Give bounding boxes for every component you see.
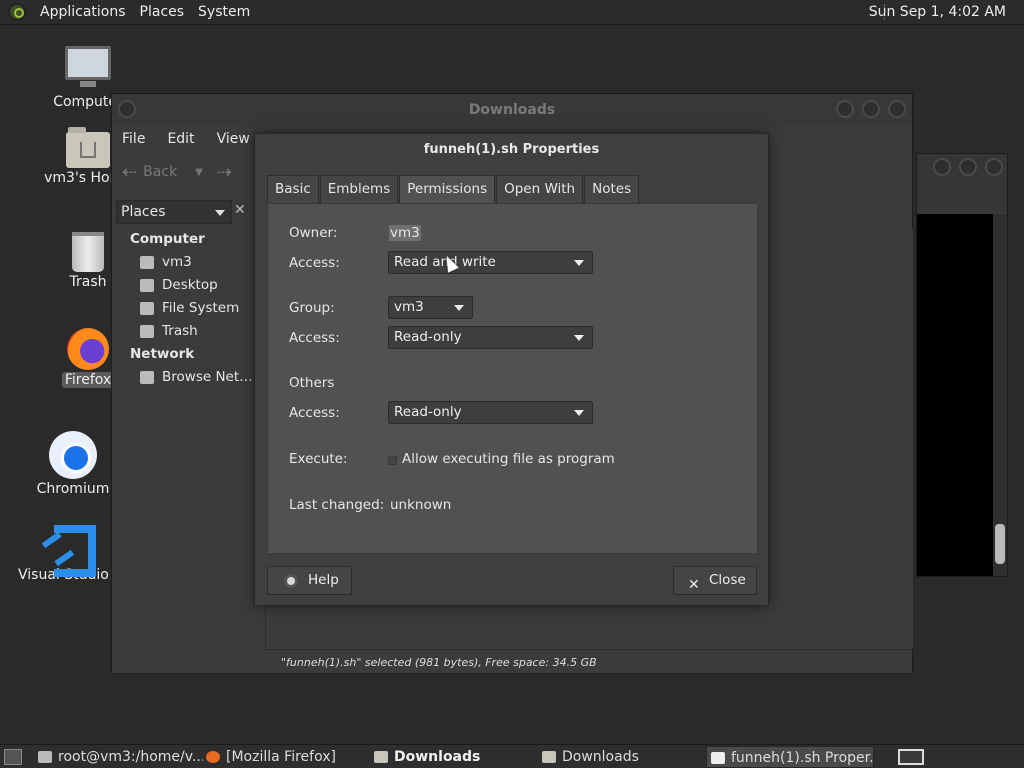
dialog-title[interactable]: funneh(1).sh Properties bbox=[255, 134, 768, 166]
forward-arrow-icon[interactable]: ⇢ bbox=[217, 162, 232, 183]
maximize-icon[interactable] bbox=[862, 100, 880, 118]
properties-dialog[interactable]: funneh(1).sh Properties Basic Emblems Pe… bbox=[254, 133, 769, 606]
close-sidebar-icon[interactable]: ✕ bbox=[234, 202, 246, 218]
group-access-label: Access: bbox=[289, 330, 340, 346]
places-dropdown[interactable]: Places bbox=[116, 200, 232, 224]
computer-icon bbox=[65, 46, 111, 87]
minimize-icon[interactable] bbox=[933, 158, 951, 176]
window-menu-icon[interactable] bbox=[118, 100, 136, 118]
back-dropdown-icon[interactable]: ▼ bbox=[195, 167, 203, 178]
file-menu[interactable]: File bbox=[122, 131, 145, 147]
clock[interactable]: Sun Sep 1, 4:02 AM bbox=[869, 4, 1006, 20]
bottom-panel: root@vm3:/home/v... [Mozilla Firefox] Do… bbox=[0, 744, 1024, 768]
terminal-scrollbar[interactable] bbox=[993, 214, 1007, 576]
task-terminal[interactable]: root@vm3:/home/v... bbox=[38, 746, 203, 768]
execute-checkbox[interactable] bbox=[388, 456, 397, 465]
drive-icon bbox=[140, 302, 154, 315]
owner-value[interactable]: vm3 bbox=[389, 225, 421, 241]
show-desktop-icon[interactable] bbox=[4, 749, 22, 765]
close-icon[interactable] bbox=[888, 100, 906, 118]
trash-icon bbox=[140, 325, 154, 338]
help-button[interactable]: Help bbox=[267, 566, 352, 595]
permissions-panel: Owner: vm3 Access: Read and write Group:… bbox=[267, 203, 758, 554]
tab-emblems[interactable]: Emblems bbox=[319, 175, 399, 204]
folder-icon bbox=[374, 751, 388, 763]
back-arrow-icon[interactable]: ⇠ bbox=[122, 162, 137, 183]
workspace-switcher-icon[interactable] bbox=[898, 749, 924, 765]
task-downloads-1[interactable]: Downloads bbox=[374, 746, 534, 768]
task-downloads-2[interactable]: Downloads bbox=[542, 746, 702, 768]
help-icon bbox=[284, 574, 298, 588]
sidebar: Computer vm3 Desktop File System Trash N… bbox=[112, 228, 262, 389]
task-properties[interactable]: funneh(1).sh Proper... bbox=[706, 746, 874, 768]
terminal-window[interactable] bbox=[916, 153, 1008, 577]
desktop-icon-vscode[interactable]: Visual Studio Code bbox=[18, 521, 122, 583]
owner-label: Owner: bbox=[289, 225, 338, 241]
last-changed-value: unknown bbox=[390, 497, 452, 513]
top-panel: Applications Places System Sun Sep 1, 4:… bbox=[0, 0, 1024, 25]
owner-access-label: Access: bbox=[289, 255, 340, 271]
document-icon bbox=[711, 752, 725, 764]
close-button[interactable]: ✕ Close bbox=[673, 566, 757, 595]
distro-logo-icon[interactable] bbox=[8, 3, 26, 21]
others-access-select[interactable]: Read-only bbox=[388, 401, 593, 424]
others-access-label: Access: bbox=[289, 405, 340, 421]
sidebar-heading-network: Network bbox=[130, 346, 195, 362]
group-label: Group: bbox=[289, 300, 335, 316]
terminal-icon bbox=[38, 751, 52, 763]
owner-access-select[interactable]: Read and write bbox=[388, 251, 593, 274]
others-label: Others bbox=[289, 375, 335, 391]
minimize-icon[interactable] bbox=[836, 100, 854, 118]
tab-basic[interactable]: Basic bbox=[267, 175, 319, 204]
desktop-icon bbox=[140, 279, 154, 292]
status-bar: "funneh(1).sh" selected (981 bytes), Fre… bbox=[265, 649, 913, 674]
group-access-select[interactable]: Read-only bbox=[388, 326, 593, 349]
sidebar-item-desktop[interactable]: Desktop bbox=[112, 274, 262, 297]
tab-permissions[interactable]: Permissions bbox=[399, 175, 496, 205]
file-manager-titlebar[interactable]: Downloads bbox=[112, 94, 912, 126]
group-select[interactable]: vm3 bbox=[388, 296, 473, 319]
scrollbar-thumb[interactable] bbox=[995, 524, 1005, 564]
execute-label: Execute: bbox=[289, 451, 348, 467]
places-menu[interactable]: Places bbox=[140, 4, 185, 20]
terminal-area[interactable] bbox=[917, 214, 995, 576]
network-icon bbox=[140, 371, 154, 384]
task-firefox[interactable]: [Mozilla Firefox] bbox=[206, 746, 366, 768]
system-menu[interactable]: System bbox=[198, 4, 250, 20]
chromium-icon bbox=[49, 431, 97, 479]
sidebar-item-filesystem[interactable]: File System bbox=[112, 297, 262, 320]
sidebar-item-trash[interactable]: Trash bbox=[112, 320, 262, 343]
applications-menu[interactable]: Applications bbox=[40, 4, 126, 20]
close-icon: ✕ bbox=[688, 577, 700, 593]
firefox-icon bbox=[67, 328, 109, 370]
sidebar-heading-computer: Computer bbox=[130, 231, 205, 247]
tab-notes[interactable]: Notes bbox=[584, 175, 640, 204]
close-icon[interactable] bbox=[985, 158, 1003, 176]
execute-checkbox-label[interactable]: Allow executing file as program bbox=[402, 451, 615, 467]
folder-icon bbox=[542, 751, 556, 763]
terminal-titlebar[interactable] bbox=[917, 154, 1007, 212]
tab-bar: Basic Emblems Permissions Open With Note… bbox=[267, 175, 640, 205]
vscode-icon bbox=[48, 521, 92, 565]
sidebar-item-vm3[interactable]: vm3 bbox=[112, 251, 262, 274]
last-changed-label: Last changed: bbox=[289, 497, 385, 513]
sidebar-item-browse-network[interactable]: Browse Net… bbox=[112, 366, 262, 389]
back-button[interactable]: Back bbox=[143, 164, 177, 180]
view-menu[interactable]: View bbox=[217, 131, 250, 147]
edit-menu[interactable]: Edit bbox=[167, 131, 194, 147]
home-folder-icon bbox=[140, 256, 154, 269]
home-folder-icon bbox=[66, 127, 110, 168]
firefox-icon bbox=[206, 751, 220, 763]
maximize-icon[interactable] bbox=[959, 158, 977, 176]
trash-icon bbox=[72, 232, 104, 272]
tab-open-with[interactable]: Open With bbox=[496, 175, 584, 204]
